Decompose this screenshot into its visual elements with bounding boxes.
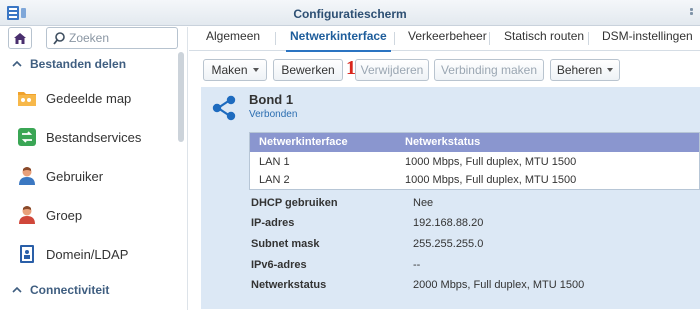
home-button[interactable]: [8, 27, 32, 49]
delete-button[interactable]: Verwijderen: [355, 59, 429, 81]
edit-button[interactable]: Bewerken: [273, 59, 343, 81]
manage-button-label: Beheren: [556, 63, 603, 77]
window-menu-icon[interactable]: [690, 8, 696, 18]
table-cell: LAN 2: [259, 174, 290, 186]
manage-button[interactable]: Beheren: [550, 59, 620, 81]
caret-down-icon: [252, 68, 259, 72]
home-icon: [14, 32, 26, 44]
sidebar-scrollbar[interactable]: [178, 52, 184, 142]
tab-dsm-settings[interactable]: DSM-instellingen: [602, 29, 693, 51]
property-key: Netwerkstatus: [251, 279, 327, 291]
sidebar-item-user[interactable]: Gebruiker: [0, 157, 178, 195]
table-cell: 1000 Mbps, Full duplex, MTU 1500: [405, 156, 577, 168]
column-header: Netwerkinterface: [259, 136, 348, 148]
section-label: Bestanden delen: [30, 57, 127, 71]
search-input[interactable]: [69, 30, 174, 46]
main-content: Algemeen Netwerkinterface Verkeerbeheer …: [189, 27, 700, 310]
search-box: [46, 27, 178, 49]
sidebar-item-file-services[interactable]: Bestandservices: [0, 118, 178, 156]
bond-status: Verbonden: [249, 109, 298, 120]
table-cell: LAN 1: [259, 156, 290, 168]
domain-ldap-icon: [16, 243, 38, 265]
shared-folder-icon: [16, 87, 38, 109]
sidebar-item-domain-ldap[interactable]: Domein/LDAP: [0, 235, 178, 273]
sidebar-item-label: Gebruiker: [46, 168, 104, 184]
tab-bar: Algemeen Netwerkinterface Verkeerbeheer …: [189, 27, 700, 52]
property-row: DHCP gebruiken Nee: [251, 197, 681, 213]
toolbar: Maken Bewerken 1 Verwijderen Verbinding …: [189, 53, 700, 83]
property-value: 2000 Mbps, Full duplex, MTU 1500: [413, 279, 585, 291]
user-icon: [16, 165, 38, 187]
interface-table: Netwerkinterface Netwerkstatus LAN 1 100…: [249, 132, 700, 190]
network-share-icon: [212, 95, 236, 121]
title-bar: Configuratiescherm: [0, 0, 700, 26]
property-row: IPv6-adres --: [251, 259, 681, 275]
chevron-up-icon: [12, 286, 22, 293]
property-value: 192.168.88.20: [413, 217, 484, 229]
property-key: IPv6-adres: [251, 259, 307, 271]
tab-divider: [275, 32, 276, 45]
property-row: Netwerkstatus 2000 Mbps, Full duplex, MT…: [251, 279, 681, 295]
column-header: Netwerkstatus: [405, 136, 481, 148]
tab-traffic-control[interactable]: Verkeerbeheer: [408, 29, 487, 51]
table-row[interactable]: LAN 2 1000 Mbps, Full duplex, MTU 1500: [250, 171, 699, 190]
create-button-label: Maken: [211, 63, 248, 77]
connect-button[interactable]: Verbinding maken: [434, 59, 544, 81]
property-value: --: [413, 259, 421, 271]
tab-divider: [489, 32, 490, 45]
section-connectivity[interactable]: Connectiviteit: [12, 283, 177, 301]
property-value: 255.255.255.0: [413, 238, 484, 250]
tab-divider: [394, 32, 395, 45]
table-cell: 1000 Mbps, Full duplex, MTU 1500: [405, 174, 577, 186]
sidebar: Bestanden delen Gedeelde map Bestandserv…: [0, 27, 188, 310]
property-value: Nee: [413, 197, 434, 209]
group-icon: [16, 204, 38, 226]
file-services-icon: [16, 126, 38, 148]
tab-divider: [588, 32, 589, 45]
search-icon: [53, 32, 65, 45]
bond-title: Bond 1: [249, 92, 294, 107]
create-button[interactable]: Maken: [203, 59, 267, 81]
property-key: Subnet mask: [251, 238, 320, 250]
sidebar-item-shared-folder[interactable]: Gedeelde map: [0, 79, 178, 117]
sidebar-item-label: Domein/LDAP: [46, 246, 129, 262]
property-key: IP-adres: [251, 217, 295, 229]
sidebar-item-label: Groep: [46, 207, 83, 223]
table-header: Netwerkinterface Netwerkstatus: [250, 133, 699, 152]
chevron-up-icon: [12, 60, 22, 67]
tab-general[interactable]: Algemeen: [206, 29, 260, 51]
tab-static-route[interactable]: Statisch routen: [504, 29, 584, 51]
bond-panel[interactable]: Bond 1 Verbonden Netwerkinterface Netwer…: [201, 87, 700, 309]
table-row[interactable]: LAN 1 1000 Mbps, Full duplex, MTU 1500: [250, 153, 699, 172]
caret-down-icon: [607, 68, 614, 72]
property-key: DHCP gebruiken: [251, 197, 338, 209]
sidebar-item-label: Bestandservices: [46, 129, 142, 145]
sidebar-item-group[interactable]: Groep: [0, 196, 178, 234]
section-file-sharing[interactable]: Bestanden delen: [12, 57, 177, 75]
window-title: Configuratiescherm: [293, 7, 407, 21]
sidebar-item-label: Gedeelde map: [46, 90, 132, 106]
property-row: Subnet mask 255.255.255.0: [251, 238, 681, 254]
property-row: IP-adres 192.168.88.20: [251, 217, 681, 233]
section-label: Connectiviteit: [30, 283, 110, 297]
tab-network-interface[interactable]: Netwerkinterface: [286, 29, 391, 52]
